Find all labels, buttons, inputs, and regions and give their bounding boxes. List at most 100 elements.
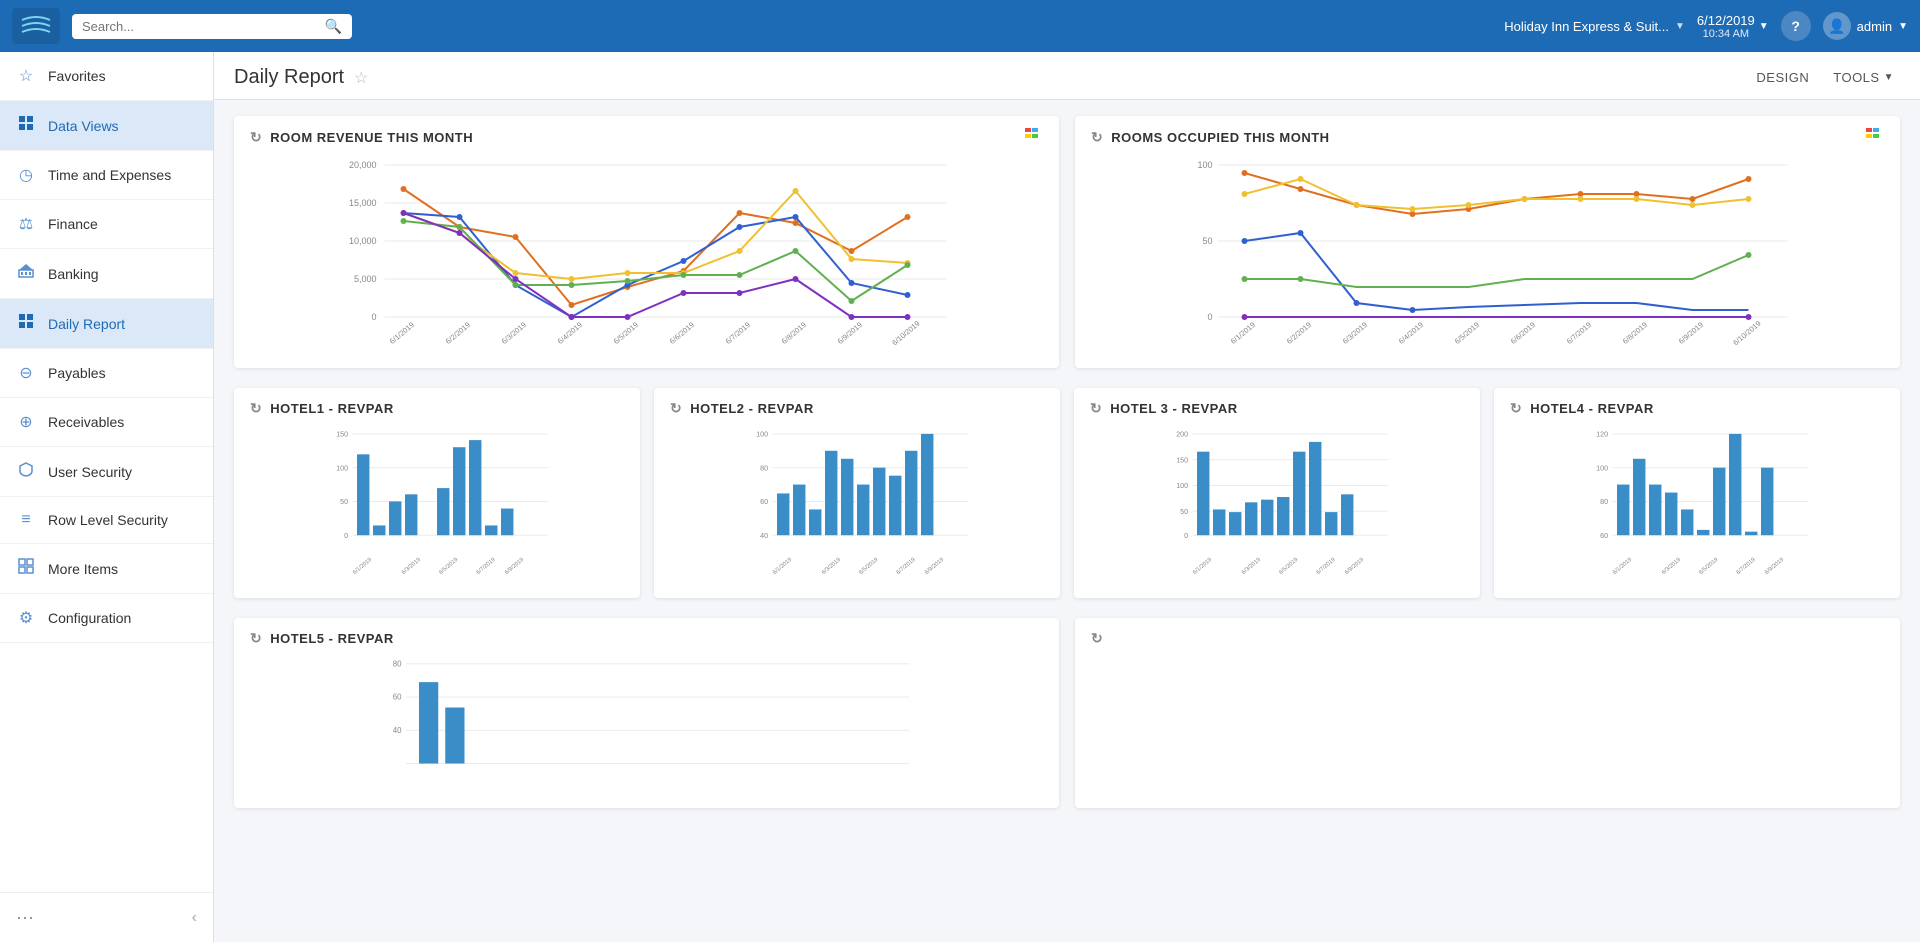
hotel5-revpar-card: ↻ HOTEL5 - REVPAR 80 60 40 — [234, 618, 1059, 808]
sidebar-item-configuration[interactable]: ⚙ Configuration — [0, 594, 213, 643]
svg-text:200: 200 — [1176, 431, 1188, 439]
svg-text:6/1/2019: 6/1/2019 — [1192, 557, 1213, 576]
room-revenue-title: ↻ ROOM REVENUE THIS MONTH — [250, 128, 1043, 147]
search-icon: 🔍 — [325, 18, 342, 35]
sidebar-item-receivables[interactable]: ⊕ Receivables — [0, 398, 213, 447]
page-actions: DESIGN TOOLS ▼ — [1750, 66, 1900, 89]
svg-text:50: 50 — [1180, 508, 1188, 516]
svg-text:100: 100 — [336, 464, 348, 472]
sidebar-collapse-icon[interactable]: ‹ — [192, 909, 197, 927]
svg-text:100: 100 — [756, 431, 768, 439]
svg-text:6/9/2019: 6/9/2019 — [1344, 557, 1365, 576]
user-menu[interactable]: 👤 admin ▼ — [1823, 12, 1908, 40]
hotel3-title-text: HOTEL 3 - REVPAR — [1110, 401, 1237, 416]
favorite-star-icon[interactable]: ☆ — [354, 68, 368, 88]
svg-text:6/10/2019: 6/10/2019 — [1731, 319, 1762, 347]
svg-text:50: 50 — [340, 498, 348, 506]
page-title-text: Daily Report — [234, 66, 344, 89]
rooms-occupied-title: ↻ ROOMS OCCUPIED THIS MONTH — [1091, 128, 1884, 147]
room-revenue-refresh-icon[interactable]: ↻ — [250, 129, 262, 146]
rooms-occupied-chart: 100 50 0 6/1/2019 6/2/2019 6/3/2019 6/4/… — [1091, 155, 1884, 360]
sidebar-item-data-views[interactable]: Data Views — [0, 101, 213, 151]
configuration-icon: ⚙ — [16, 608, 36, 628]
svg-text:6/5/2019: 6/5/2019 — [438, 557, 459, 576]
svg-text:6/5/2019: 6/5/2019 — [858, 557, 879, 576]
payables-icon: ⊖ — [16, 363, 36, 383]
svg-text:6/7/2019: 6/7/2019 — [1565, 320, 1593, 346]
tools-chevron-icon: ▼ — [1884, 72, 1894, 83]
sidebar-item-row-level-security[interactable]: ≡ Row Level Security — [0, 497, 213, 544]
svg-text:100: 100 — [1197, 160, 1212, 170]
sidebar-bottom[interactable]: ··· ‹ — [0, 892, 213, 942]
svg-text:40: 40 — [393, 726, 402, 735]
avatar: 👤 — [1823, 12, 1851, 40]
sidebar-label-row-level-security: Row Level Security — [48, 512, 168, 528]
svg-text:6/3/2019: 6/3/2019 — [401, 557, 422, 576]
hotel3-revpar-title: ↻ HOTEL 3 - REVPAR — [1090, 400, 1464, 417]
svg-text:6/3/2019: 6/3/2019 — [1341, 320, 1369, 346]
rooms-occupied-legend-icon[interactable] — [1866, 128, 1884, 147]
hotel2-revpar-card: ↻ HOTEL2 - REVPAR 100 80 60 40 — [654, 388, 1060, 598]
room-revenue-chart: 20,000 15,000 10,000 5,000 0 6/1/2019 6/… — [250, 155, 1043, 360]
svg-text:80: 80 — [393, 659, 402, 668]
hotel5-refresh-icon[interactable]: ↻ — [250, 630, 262, 647]
hotel-selector[interactable]: Holiday Inn Express & Suit... ▼ — [1504, 19, 1685, 34]
hotel4-refresh-icon[interactable]: ↻ — [1510, 400, 1522, 417]
sidebar-label-finance: Finance — [48, 216, 98, 232]
sidebar-item-payables[interactable]: ⊖ Payables — [0, 349, 213, 398]
current-date: 6/12/2019 — [1697, 13, 1755, 28]
sidebar-item-time-expenses[interactable]: ◷ Time and Expenses — [0, 151, 213, 200]
sidebar-item-finance[interactable]: ⚖ Finance — [0, 200, 213, 249]
design-button[interactable]: DESIGN — [1750, 66, 1815, 89]
help-button[interactable]: ? — [1781, 11, 1811, 41]
main-content: Daily Report ☆ DESIGN TOOLS ▼ ↻ ROOM REV… — [214, 52, 1920, 942]
hotel3-refresh-icon[interactable]: ↻ — [1090, 400, 1102, 417]
sidebar-item-banking[interactable]: Banking — [0, 249, 213, 299]
svg-text:80: 80 — [1600, 498, 1608, 506]
unknown-refresh-icon[interactable]: ↻ — [1091, 630, 1103, 647]
room-revenue-legend-icon[interactable] — [1025, 128, 1043, 147]
hotel1-refresh-icon[interactable]: ↻ — [250, 400, 262, 417]
tools-button[interactable]: TOOLS ▼ — [1827, 66, 1900, 89]
chart-row-revpar: ↻ HOTEL1 - REVPAR 150 100 50 0 — [234, 388, 1900, 598]
svg-text:6/5/2019: 6/5/2019 — [1453, 320, 1481, 346]
rooms-occupied-card: ↻ ROOMS OCCUPIED THIS MONTH — [1075, 116, 1900, 368]
sidebar-item-user-security[interactable]: User Security — [0, 447, 213, 497]
hotel1-title-text: HOTEL1 - REVPAR — [270, 401, 394, 416]
svg-text:150: 150 — [336, 431, 348, 439]
svg-text:6/2/2019: 6/2/2019 — [444, 320, 472, 346]
hotel2-revpar-title: ↻ HOTEL2 - REVPAR — [670, 400, 1044, 417]
svg-text:6/4/2019: 6/4/2019 — [556, 320, 584, 346]
hotel4-revpar-card: ↻ HOTEL4 - REVPAR 120 100 80 60 — [1494, 388, 1900, 598]
hotel5-chart: 80 60 40 — [250, 655, 1043, 795]
svg-text:6/7/2019: 6/7/2019 — [1316, 557, 1337, 576]
svg-text:0: 0 — [1184, 532, 1188, 540]
sidebar-item-daily-report[interactable]: Daily Report — [0, 299, 213, 349]
sidebar-label-banking: Banking — [48, 266, 99, 282]
user-chevron-icon: ▼ — [1898, 21, 1908, 32]
search-input[interactable] — [82, 19, 319, 34]
favorites-icon: ☆ — [16, 66, 36, 86]
svg-text:6/9/2019: 6/9/2019 — [504, 557, 525, 576]
dashboard: ↻ ROOM REVENUE THIS MONTH — [214, 100, 1920, 824]
svg-text:6/6/2019: 6/6/2019 — [1509, 320, 1537, 346]
data-views-icon — [16, 115, 36, 136]
hotel-name: Holiday Inn Express & Suit... — [1504, 19, 1669, 34]
svg-text:15,000: 15,000 — [349, 198, 377, 208]
hotel1-revpar-card: ↻ HOTEL1 - REVPAR 150 100 50 0 — [234, 388, 640, 598]
hotel2-refresh-icon[interactable]: ↻ — [670, 400, 682, 417]
sidebar-label-payables: Payables — [48, 365, 106, 381]
svg-text:6/3/2019: 6/3/2019 — [500, 320, 528, 346]
chart-row-bottom: ↻ HOTEL5 - REVPAR 80 60 40 — [234, 618, 1900, 808]
sidebar-item-favorites[interactable]: ☆ Favorites — [0, 52, 213, 101]
room-revenue-title-text: ROOM REVENUE THIS MONTH — [270, 130, 473, 145]
search-bar[interactable]: 🔍 — [72, 14, 352, 39]
svg-text:6/3/2019: 6/3/2019 — [821, 557, 842, 576]
sidebar-label-time-expenses: Time and Expenses — [48, 167, 171, 183]
rooms-occupied-refresh-icon[interactable]: ↻ — [1091, 129, 1103, 146]
datetime-selector[interactable]: 6/12/2019 10:34 AM ▼ — [1697, 13, 1769, 40]
svg-text:6/7/2019: 6/7/2019 — [896, 557, 917, 576]
sidebar-item-more-items[interactable]: More Items — [0, 544, 213, 594]
hotel2-chart: 100 80 60 40 — [670, 425, 1044, 585]
hotel1-revpar-title: ↻ HOTEL1 - REVPAR — [250, 400, 624, 417]
